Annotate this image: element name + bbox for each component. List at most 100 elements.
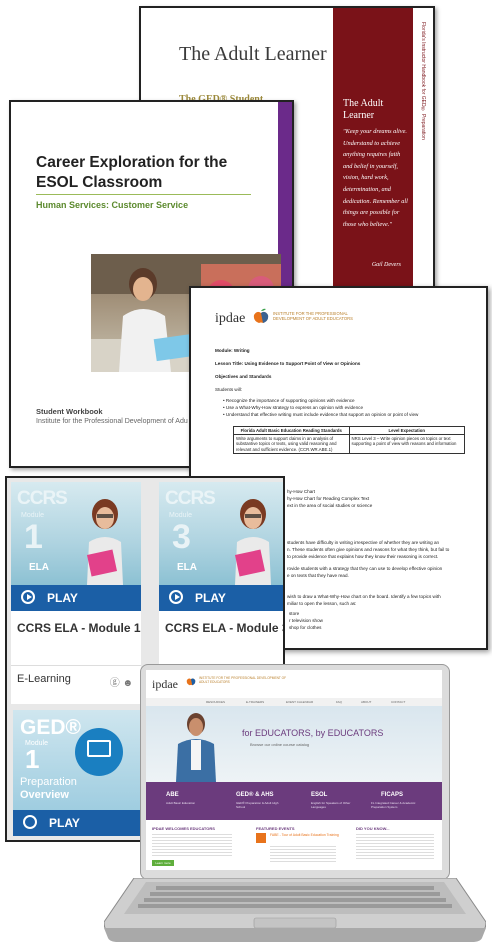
spine-text: Florida's Instructor Handbook for GED® P…: [420, 22, 426, 140]
know-heading: DID YOU KNOW...: [356, 826, 390, 831]
table-header: Level Expectation: [348, 425, 465, 436]
book-red-panel: The Adult Learner "Keep your dreams aliv…: [333, 8, 413, 298]
bullet-1: • Recognize the importance of supporting…: [223, 398, 355, 403]
card-ela-label: ELA: [29, 562, 49, 573]
body-line: to provide evidence that explains how th…: [287, 554, 439, 559]
laptop-base: [104, 878, 486, 942]
material-line: ext in the area of social studies or sci…: [287, 503, 373, 508]
module-heading: Module: Writing: [215, 348, 250, 353]
site-header: ipdae INSTITUTE FOR THE PROFESSIONAL DEV…: [146, 670, 442, 700]
hero-subtitle: Browse our online course catalog: [250, 742, 310, 747]
book-subtitle: Human Services: Customer Service: [36, 200, 189, 210]
program-tiles: ABE Adult Basic Education GED® & AHS GED…: [146, 782, 442, 820]
card-ccrs-label: CCRS: [165, 488, 216, 509]
material-line: hy-How Chart for Reading Complex Text: [287, 496, 370, 501]
card-module-number: 1: [24, 518, 43, 556]
play-circle-icon: [23, 815, 37, 829]
body-line: rovide students with a strategy that the…: [287, 566, 443, 571]
know-text-lines: [356, 834, 434, 860]
event-title[interactable]: FABE - Tour of Adult Basic Education Tra…: [270, 833, 340, 837]
objectives-heading: Objectives and Standards: [215, 374, 272, 379]
table-header: Florida Adult Basic Education Reading St…: [233, 425, 350, 436]
tile-abe-sub: Adult Basic Education: [166, 801, 196, 805]
tile-abe-title[interactable]: ABE: [166, 792, 179, 798]
panel-quote: "Keep your dreams alive. Understand to a…: [343, 128, 408, 228]
tile-ficaps-title[interactable]: FICAPS: [381, 792, 403, 798]
play-button[interactable]: PLAY: [159, 585, 283, 611]
nav-about[interactable]: ABOUT: [361, 700, 371, 704]
laptop-screen: ipdae INSTITUTE FOR THE PROFESSIONAL DEV…: [146, 670, 442, 870]
hero-title: for EDUCATORS, by EDUCATORS: [242, 728, 384, 738]
welcome-heading: IPDAE WELCOMES EDUCATORS: [152, 826, 215, 831]
title-rule: [36, 194, 251, 195]
welcome-text-lines: [152, 834, 232, 856]
ipdae-logo-subtitle: INSTITUTE FOR THE PROFESSIONAL DEVELOPME…: [273, 311, 353, 321]
ged-label: GED®: [20, 716, 81, 739]
nav-etrainers[interactable]: E-TRAINERS: [246, 700, 264, 704]
card-title[interactable]: CCRS ELA - Module 3: [165, 621, 283, 635]
ipdae-logo-text: ipdae: [215, 311, 246, 326]
play-label: PLAY: [47, 591, 78, 605]
laptop: ipdae INSTITUTE FOR THE PROFESSIONAL DEV…: [100, 660, 492, 947]
body-line: miliar to open the lesson, such as:: [287, 601, 357, 606]
site-logo-subtitle: INSTITUTE FOR THE PROFESSIONAL DEVELOPME…: [199, 676, 287, 684]
card-type: E-Learning: [17, 673, 71, 685]
site-logo-text: ipdae: [152, 677, 178, 691]
play-button[interactable]: PLAY: [11, 585, 141, 611]
book-title: Career Exploration for the ESOL Classroo…: [36, 154, 228, 191]
nav-contact[interactable]: CONTACT: [391, 700, 405, 704]
nav-resources[interactable]: RESOURCES: [206, 700, 225, 704]
site-nav: RESOURCES E-TRAINERS EVENT CALENDAR FAQ …: [146, 698, 442, 706]
apple-logo-icon: [253, 308, 269, 323]
card-ccrs-label: CCRS: [17, 488, 68, 509]
event-date-badge: [256, 833, 266, 843]
tile-ged-sub: GED® Preparation & Adult High School: [236, 801, 279, 809]
card-overview-label: Overview: [20, 789, 69, 801]
apple-logo-icon: [186, 678, 196, 686]
events-heading: FEATURED EVENTS: [256, 826, 295, 831]
body-line: e on texts that they have read.: [287, 573, 349, 578]
body-line: r television show: [289, 618, 323, 623]
book-spine: Florida's Instructor Handbook for GED® P…: [413, 8, 433, 298]
card-ela-label: ELA: [177, 562, 197, 573]
bullet-3: • Understand that effective writing must…: [223, 412, 419, 417]
play-circle-icon: [21, 590, 35, 604]
book-title: The Adult Learner: [179, 43, 327, 65]
card-prep-label: Preparation: [20, 776, 77, 788]
lesson-title: Lesson Title: Using Evidence to Support …: [215, 361, 361, 366]
panel-author: Gail Devers: [371, 262, 401, 268]
tile-esol-sub: English for Speakers of Other Languages: [311, 801, 351, 809]
instructor-photo: [234, 499, 271, 585]
nav-event-calendar[interactable]: EVENT CALENDAR: [286, 700, 313, 704]
event-text-lines: [270, 846, 336, 864]
workbook-label: Student Workbook: [36, 407, 103, 416]
material-line: hy-How Chart: [287, 489, 316, 494]
standards-table: Florida Adult Basic Education Reading St…: [233, 425, 465, 454]
body-line: store: [289, 611, 300, 616]
students-will: Students will:: [215, 387, 243, 392]
tile-esol-title[interactable]: ESOL: [311, 792, 327, 798]
site-hero: for EDUCATORS, by EDUCATORS Browse our o…: [146, 706, 442, 782]
table-cell: Write arguments to support claims in an …: [233, 434, 350, 454]
body-line: wish to draw a What-Why-How chart on the…: [287, 594, 441, 599]
body-line: n. These students often give opinions an…: [287, 547, 450, 552]
nav-faq[interactable]: FAQ: [336, 700, 342, 704]
panel-title: The Adult Learner: [343, 98, 384, 121]
instructor-photo: [86, 499, 123, 585]
educator-photo: [176, 713, 216, 782]
tile-ficaps-sub: FL Integrated Career & Academic Preparat…: [371, 801, 416, 809]
body-line: shop for clothes: [289, 625, 322, 630]
institute-label: Institute for the Professional Developme…: [36, 418, 188, 425]
card-title[interactable]: CCRS ELA - Module 1: [17, 621, 141, 635]
bullet-2: • Use a What-Why-How strategy to express…: [223, 405, 363, 410]
tile-ged-title[interactable]: GED® & AHS: [236, 792, 274, 798]
card-module-number: 3: [172, 518, 191, 556]
card-module-number: 1: [25, 744, 40, 774]
body-line: students have difficulty in writing irre…: [287, 540, 440, 545]
play-circle-icon: [169, 590, 183, 604]
site-content: IPDAE WELCOMES EDUCATORS Learn more FEAT…: [146, 820, 442, 870]
play-label: PLAY: [195, 591, 226, 605]
table-cell: NRS Level 3 – Write opinion pieces on to…: [348, 434, 465, 454]
learn-more-button[interactable]: Learn more: [152, 860, 174, 866]
play-label: PLAY: [49, 816, 80, 830]
